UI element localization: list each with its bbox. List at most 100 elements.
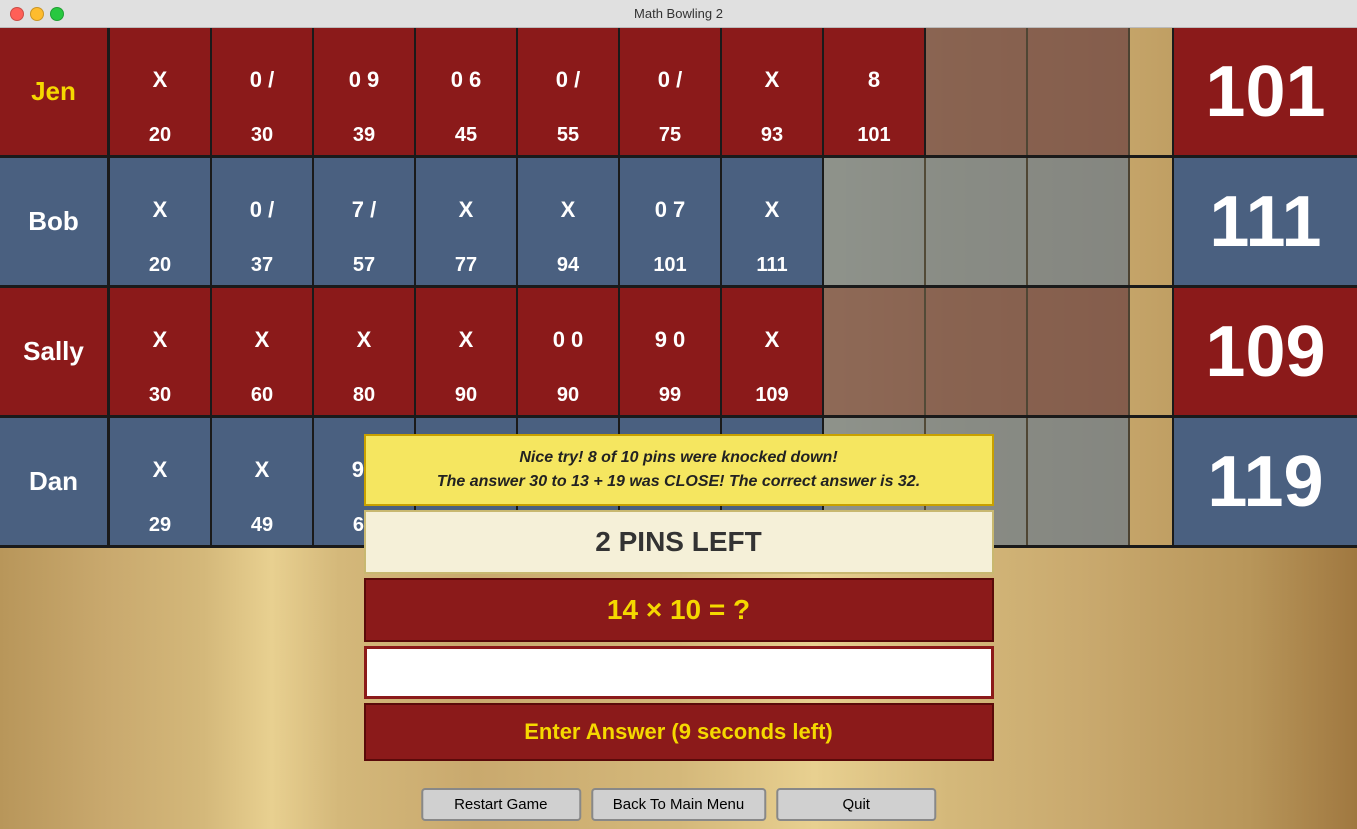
enter-answer-button[interactable]: Enter Answer (9 seconds left) xyxy=(364,703,994,761)
frame-2-bottom: 60 xyxy=(251,384,273,407)
frame-7: X109 xyxy=(722,288,824,415)
frame-2-top: X xyxy=(255,296,270,384)
frame-7: X111 xyxy=(722,158,824,285)
frame-1-bottom: 30 xyxy=(149,384,171,407)
frame-1-top: X xyxy=(153,296,168,384)
frame-3-top: 0 9 xyxy=(349,36,380,124)
frame-2-top: 0 / xyxy=(250,166,274,254)
frame-1-bottom: 20 xyxy=(149,124,171,147)
player-name-bob: Bob xyxy=(0,158,110,285)
frame-2-bottom: 37 xyxy=(251,254,273,277)
frame-5-bottom: 55 xyxy=(557,124,579,147)
frame-2-bottom: 49 xyxy=(251,514,273,537)
score-total-bob: 111 xyxy=(1172,158,1357,285)
frame-5: 0 090 xyxy=(518,288,620,415)
frame-1-top: X xyxy=(153,36,168,124)
frame-8 xyxy=(824,288,926,415)
maximize-button[interactable] xyxy=(50,7,64,21)
feedback-line1: Nice try! 8 of 10 pins were knocked down… xyxy=(382,446,976,470)
frame-10 xyxy=(1028,288,1130,415)
back-to-main-button[interactable]: Back To Main Menu xyxy=(591,788,766,821)
frame-3-bottom: 39 xyxy=(353,124,375,147)
frame-4-bottom: 90 xyxy=(455,384,477,407)
frame-9 xyxy=(926,288,1028,415)
frame-5: 0 /55 xyxy=(518,28,620,155)
window-title: Math Bowling 2 xyxy=(634,6,723,21)
frame-7: X93 xyxy=(722,28,824,155)
feedback-line2: The answer 30 to 13 + 19 was CLOSE! The … xyxy=(382,470,976,494)
frame-10 xyxy=(1028,28,1130,155)
score-total-dan: 119 xyxy=(1172,418,1357,545)
frame-2: 0 /30 xyxy=(212,28,314,155)
frame-10 xyxy=(1028,158,1130,285)
frame-3-top: X xyxy=(357,296,372,384)
frame-6-top: 0 7 xyxy=(655,166,686,254)
frame-5-top: 0 / xyxy=(556,36,580,124)
frame-4-top: X xyxy=(459,166,474,254)
frame-4: 0 645 xyxy=(416,28,518,155)
frame-3-bottom: 80 xyxy=(353,384,375,407)
frame-7-bottom: 109 xyxy=(755,384,788,407)
frame-6-bottom: 75 xyxy=(659,124,681,147)
frame-1-bottom: 20 xyxy=(149,254,171,277)
frame-6-bottom: 101 xyxy=(653,254,686,277)
frame-2: 0 /37 xyxy=(212,158,314,285)
frame-2-top: 0 / xyxy=(250,36,274,124)
frame-5-top: X xyxy=(561,166,576,254)
frame-2: X60 xyxy=(212,288,314,415)
frame-3: 0 939 xyxy=(314,28,416,155)
frames-area: X30X60X80X900 0909 099X109 xyxy=(110,288,1172,415)
bottom-buttons: Restart Game Back To Main Menu Quit xyxy=(421,788,936,821)
minimize-button[interactable] xyxy=(30,7,44,21)
quit-button[interactable]: Quit xyxy=(776,788,936,821)
frame-5-bottom: 94 xyxy=(557,254,579,277)
player-row-sally: SallyX30X60X80X900 0909 099X109109 xyxy=(0,288,1357,418)
frame-7-bottom: 111 xyxy=(756,254,787,277)
frame-9 xyxy=(926,158,1028,285)
frame-8-bottom: 101 xyxy=(857,124,890,147)
feedback-box: Nice try! 8 of 10 pins were knocked down… xyxy=(364,434,994,506)
score-total-jen: 101 xyxy=(1172,28,1357,155)
frame-5: X94 xyxy=(518,158,620,285)
frame-7-top: X xyxy=(765,296,780,384)
frame-1-bottom: 29 xyxy=(149,514,171,537)
score-total-sally: 109 xyxy=(1172,288,1357,415)
frame-3: 7 /57 xyxy=(314,158,416,285)
frame-7-bottom: 93 xyxy=(761,124,783,147)
frame-3-bottom: 57 xyxy=(353,254,375,277)
frame-9 xyxy=(926,28,1028,155)
math-question-box: 14 × 10 = ? xyxy=(364,578,994,642)
frame-5-bottom: 90 xyxy=(557,384,579,407)
frame-1-top: X xyxy=(153,166,168,254)
frame-7-top: X xyxy=(765,36,780,124)
dialog-area: Nice try! 8 of 10 pins were knocked down… xyxy=(364,434,994,769)
frame-6-bottom: 99 xyxy=(659,384,681,407)
player-row-jen: JenX200 /300 9390 6450 /550 /75X93810110… xyxy=(0,28,1357,158)
frame-1: X29 xyxy=(110,418,212,545)
answer-input[interactable] xyxy=(379,661,979,684)
frame-2: X49 xyxy=(212,418,314,545)
frame-4-bottom: 45 xyxy=(455,124,477,147)
frame-2-bottom: 30 xyxy=(251,124,273,147)
close-button[interactable] xyxy=(10,7,24,21)
frame-8: 8101 xyxy=(824,28,926,155)
frame-1: X20 xyxy=(110,158,212,285)
frames-area: X200 /377 /57X77X940 7101X111 xyxy=(110,158,1172,285)
answer-input-container xyxy=(364,646,994,699)
frame-6: 9 099 xyxy=(620,288,722,415)
frames-area: X200 /300 9390 6450 /550 /75X938101 xyxy=(110,28,1172,155)
frame-6: 0 7101 xyxy=(620,158,722,285)
frame-10 xyxy=(1028,418,1130,545)
frame-8-top: 8 xyxy=(868,36,880,124)
frame-1-top: X xyxy=(153,426,168,514)
frame-4: X77 xyxy=(416,158,518,285)
frame-1: X30 xyxy=(110,288,212,415)
frame-6-top: 9 0 xyxy=(655,296,686,384)
player-name-jen: Jen xyxy=(0,28,110,155)
window-controls xyxy=(10,7,64,21)
frame-8 xyxy=(824,158,926,285)
frame-3: X80 xyxy=(314,288,416,415)
restart-button[interactable]: Restart Game xyxy=(421,788,581,821)
pins-left-box: 2 PINS LEFT xyxy=(364,510,994,574)
player-row-bob: BobX200 /377 /57X77X940 7101X111111 xyxy=(0,158,1357,288)
